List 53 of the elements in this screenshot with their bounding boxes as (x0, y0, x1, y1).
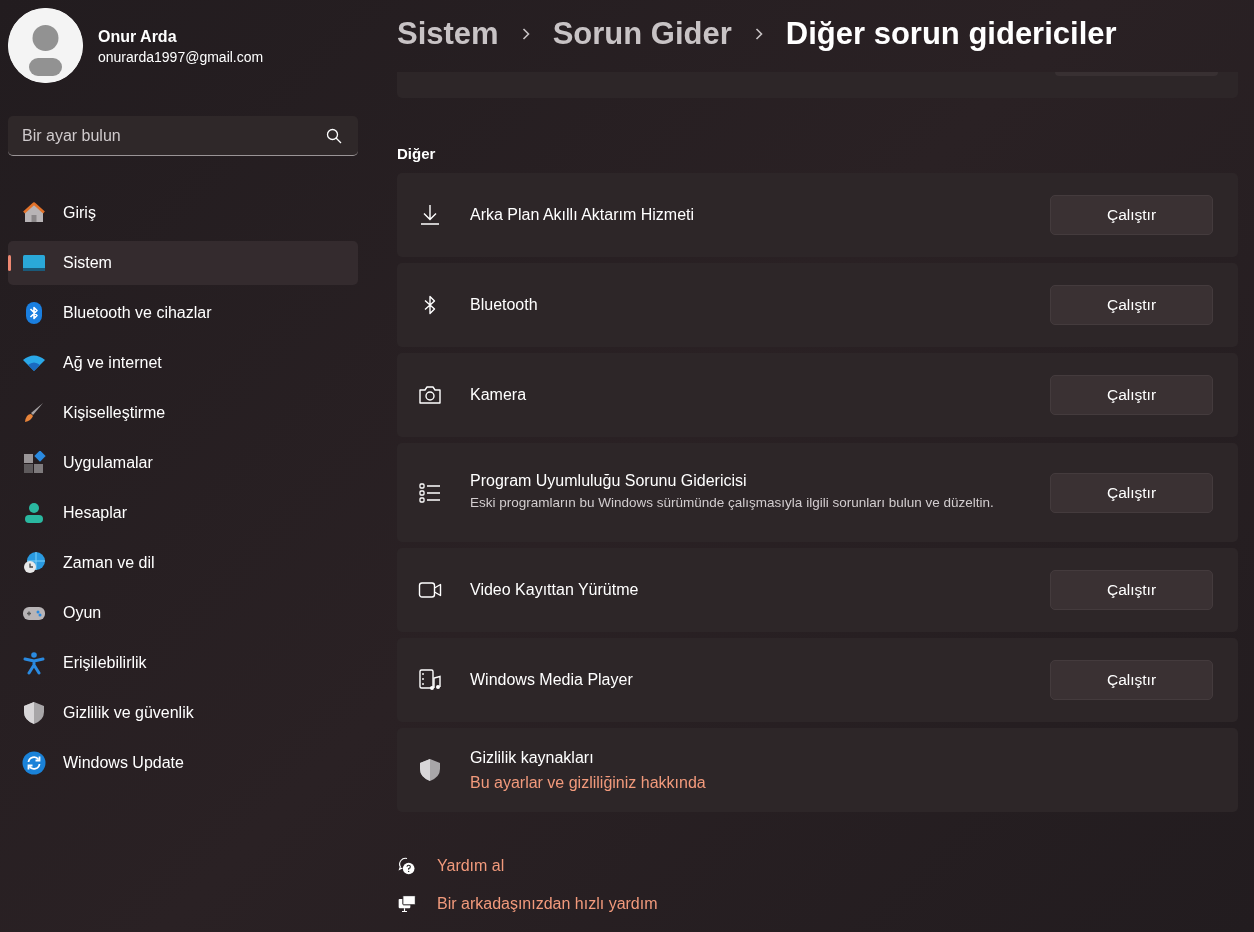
nav-item[interactable]: Ağ ve internet (8, 341, 358, 385)
privacy-title: Gizlilik kaynakları (470, 748, 595, 767)
list-icon (418, 480, 442, 505)
run-button[interactable]: Çalıştır (1050, 195, 1213, 235)
avatar-icon (8, 8, 83, 83)
accessibility-icon (22, 651, 46, 675)
troubleshooter-description: Eski programların bu Windows sürümünde çalışmasıyla ilgili sorunları bulun ve düzeltin. (470, 494, 995, 512)
camera-icon (418, 383, 442, 407)
nav-item[interactable]: Zaman ve dil (8, 541, 358, 585)
sync-icon (22, 751, 46, 775)
privacy-link[interactable]: Bu ayarlar ve gizliliğiniz hakkında (470, 773, 706, 792)
troubleshooter-title: Kamera (470, 386, 528, 404)
nav-item[interactable]: Erişilebilirlik (8, 641, 358, 685)
run-button[interactable]: Çalıştır (1050, 570, 1213, 610)
nav-item[interactable]: Kişiselleştirme (8, 391, 358, 435)
troubleshooter-title: Video Kayıttan Yürütme (470, 581, 640, 599)
house-icon (22, 201, 46, 225)
help-link[interactable]: Bir arkadaşınızdan hızlı yardım (397, 894, 658, 914)
nav-item[interactable]: Hesaplar (8, 491, 358, 535)
run-button[interactable]: Çalıştır (1050, 472, 1213, 513)
section-heading: Diğer (397, 145, 437, 162)
troubleshooter-title: Bluetooth (470, 296, 539, 314)
person-icon (22, 501, 46, 525)
nav-item[interactable]: Uygulamalar (8, 441, 358, 485)
troubleshooter-title: Program Uyumluluğu Sorunu Gidericisi (470, 472, 748, 490)
shield-icon (22, 701, 46, 725)
search-icon (326, 128, 342, 144)
shield-icon (418, 758, 442, 782)
nav-item[interactable]: Oyun (8, 591, 358, 635)
help-chat-icon (397, 856, 417, 876)
page-title: Diğer sorun gidericiler (785, 15, 1117, 52)
nav-item[interactable]: Windows Update (8, 741, 358, 785)
film-music-icon (418, 668, 442, 692)
nav-item[interactable]: Giriş (8, 191, 358, 235)
run-button[interactable]: Çalıştır (1050, 660, 1213, 700)
nav-item[interactable]: Bluetooth ve cihazlar (8, 291, 358, 335)
breadcrumb-link[interactable]: Sorun Gider (552, 15, 732, 52)
nav-item[interactable]: Sistem (8, 241, 358, 285)
apps-icon (22, 451, 46, 475)
nav-item[interactable]: Gizlilik ve güvenlik (8, 691, 358, 735)
download-icon (418, 203, 442, 227)
search-field[interactable]: Bir ayar bulun (8, 116, 358, 156)
troubleshooter-title: Arka Plan Akıllı Aktarım Hizmeti (470, 206, 696, 224)
breadcrumb-link[interactable]: Sistem (397, 15, 499, 52)
paintbrush-icon (22, 401, 46, 425)
help-link[interactable]: Yardım al (397, 856, 505, 876)
run-button[interactable]: Çalıştır (1050, 375, 1213, 415)
monitors-icon (397, 894, 417, 914)
run-button[interactable]: Çalıştır (1050, 285, 1213, 325)
globe-clock-icon (22, 551, 46, 575)
account-email: onurarda1997@gmail.com (98, 48, 264, 65)
troubleshooter-title: Windows Media Player (470, 671, 634, 689)
account-name: Onur Arda (98, 27, 178, 46)
